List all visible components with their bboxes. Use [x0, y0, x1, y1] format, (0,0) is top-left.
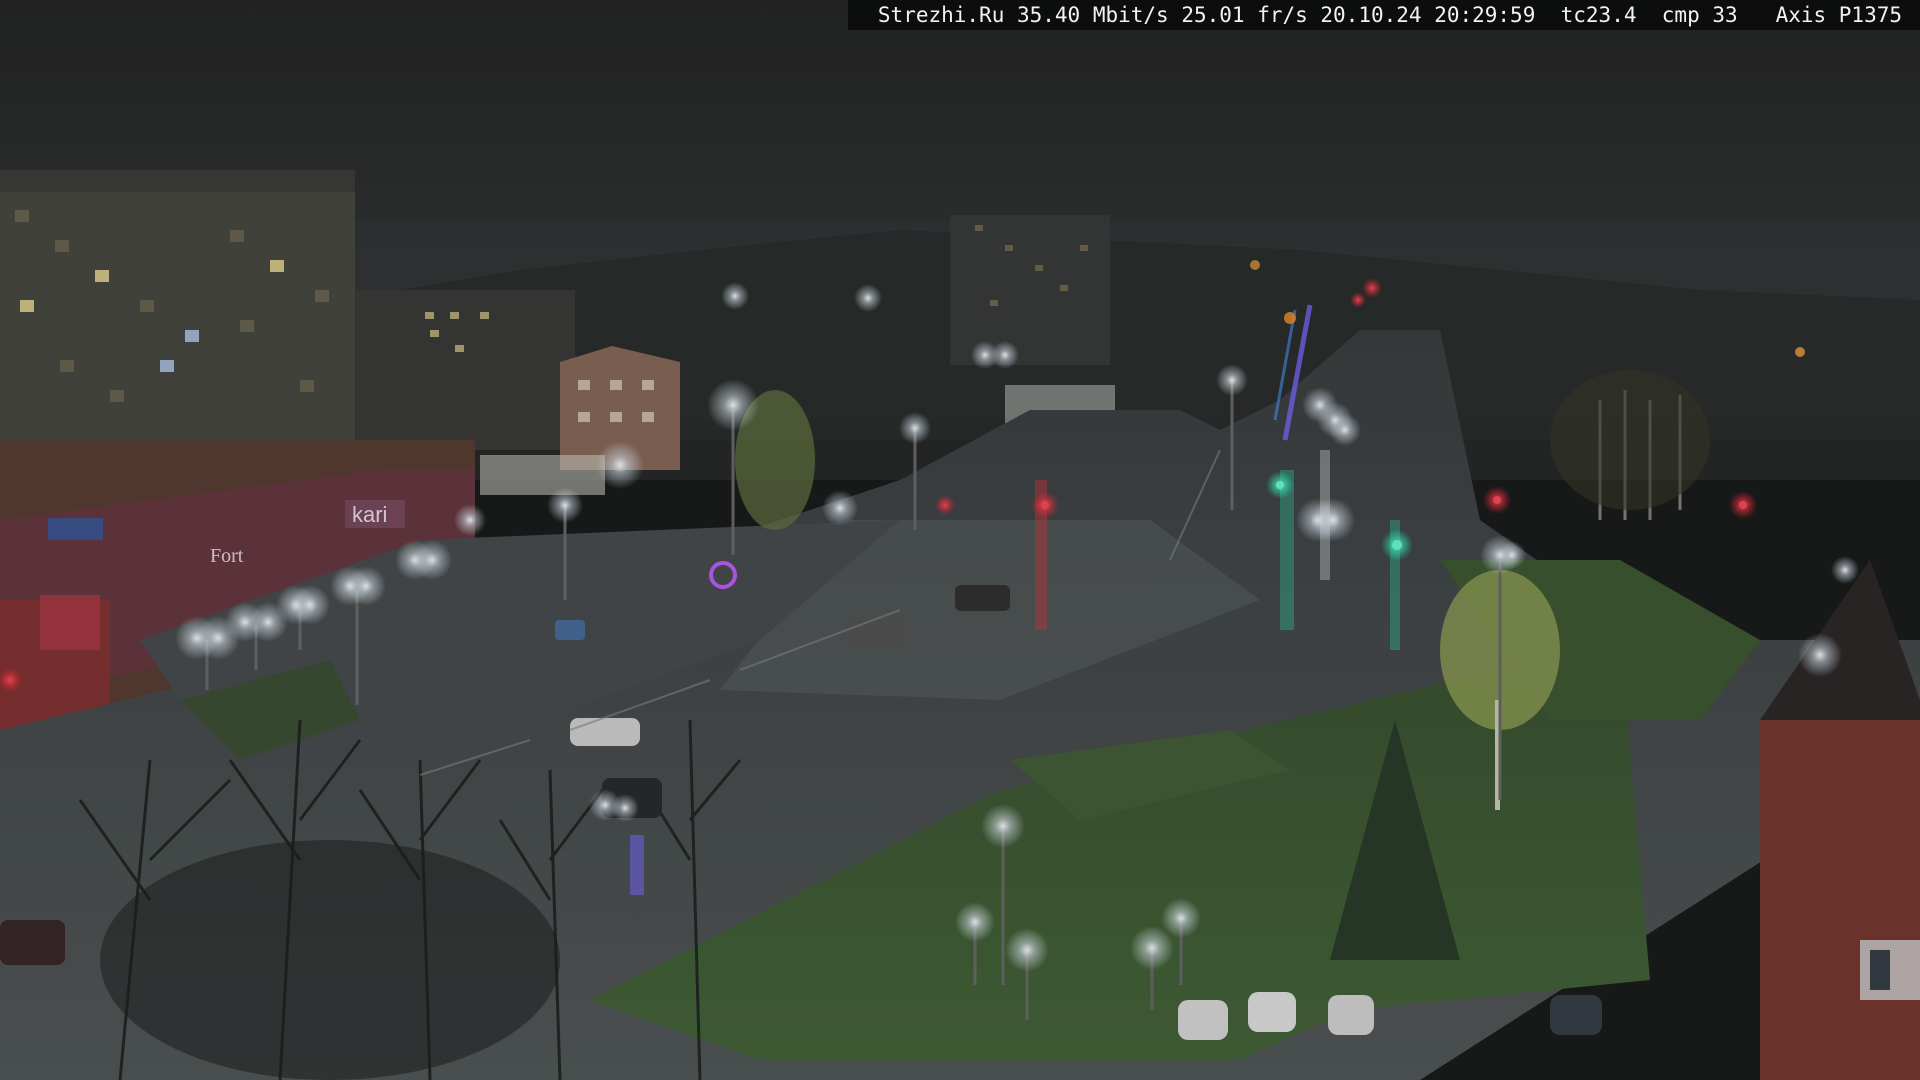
- camera-osd-overlay: Strezhi.Ru 35.40 Mbit/s 25.01 fr/s 20.10…: [848, 0, 1920, 30]
- street-scene: kari Fort: [0, 0, 1920, 1080]
- camera-frame: kari Fort Strezhi.Ru 35.40 Mbit/s 25.01 …: [0, 0, 1920, 1080]
